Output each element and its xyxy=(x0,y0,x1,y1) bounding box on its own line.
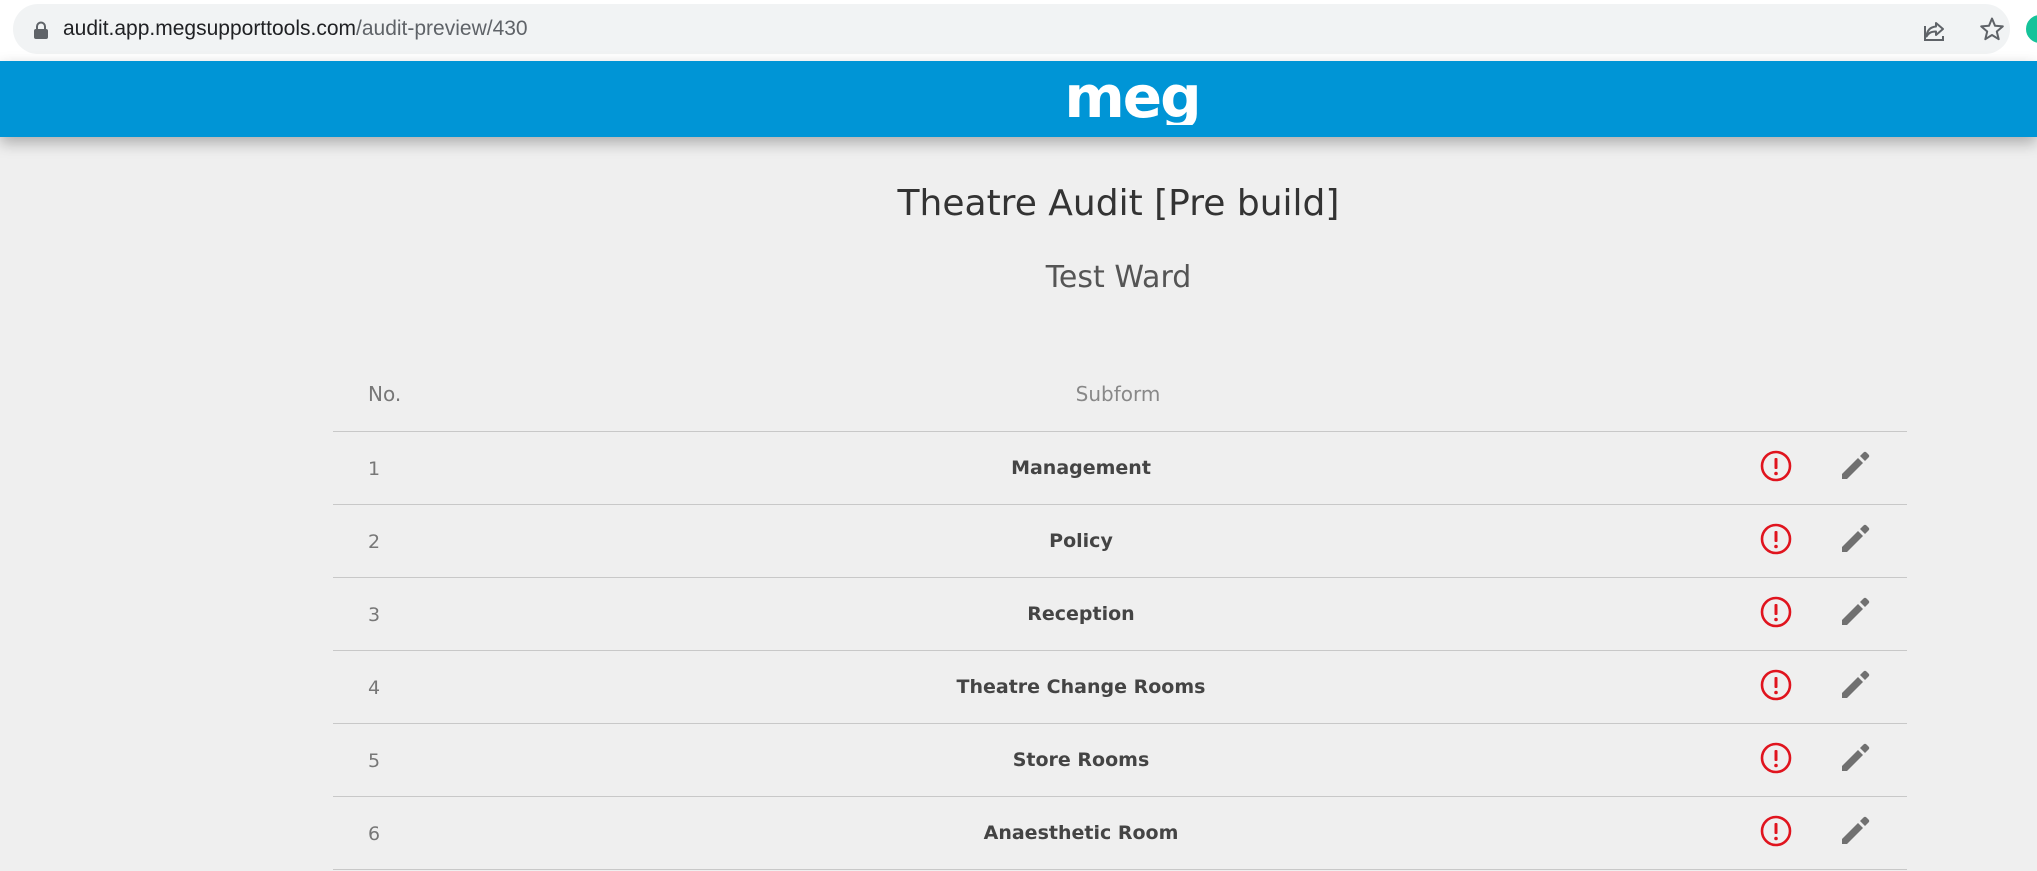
star-icon[interactable] xyxy=(1979,16,2005,42)
alert-circle-icon[interactable] xyxy=(1759,814,1793,848)
lock-icon[interactable] xyxy=(33,21,49,39)
url-text[interactable]: audit.app.megsupporttools.com/audit-prev… xyxy=(63,17,528,41)
page-title: Theatre Audit [Pre build] xyxy=(897,183,1340,224)
subform-name: Policy xyxy=(1049,530,1113,552)
alert-circle-icon[interactable] xyxy=(1759,595,1793,629)
table-row: 2 Policy xyxy=(333,505,1907,578)
pencil-edit-icon[interactable] xyxy=(1838,595,1872,629)
meg-logo[interactable]: meg xyxy=(1046,73,1218,125)
alert-circle-icon[interactable] xyxy=(1759,741,1793,775)
browser-toolbar: audit.app.megsupporttools.com/audit-prev… xyxy=(0,0,2037,61)
url-host: audit.app.megsupporttools.com xyxy=(63,17,357,40)
pencil-edit-icon[interactable] xyxy=(1838,814,1872,848)
address-bar[interactable]: audit.app.megsupporttools.com/audit-prev… xyxy=(13,4,2010,54)
url-path: /audit-preview/430 xyxy=(356,17,528,40)
table-row: 1 Management xyxy=(333,432,1907,505)
svg-text:meg: meg xyxy=(1064,73,1199,125)
pencil-edit-icon[interactable] xyxy=(1838,522,1872,556)
pencil-edit-icon[interactable] xyxy=(1838,449,1872,483)
table-row: 3 Reception xyxy=(333,578,1907,651)
app-header: meg xyxy=(0,61,2037,137)
subform-name: Management xyxy=(1011,457,1151,479)
alert-circle-icon[interactable] xyxy=(1759,522,1793,556)
subform-name: Anaesthetic Room xyxy=(983,822,1179,844)
grammarly-extension-icon[interactable] xyxy=(2024,13,2037,45)
share-icon[interactable] xyxy=(1922,17,1948,43)
table-row: 4 Theatre Change Rooms xyxy=(333,651,1907,724)
subform-name: Theatre Change Rooms xyxy=(956,676,1206,698)
page-subtitle: Test Ward xyxy=(1045,260,1192,295)
pencil-edit-icon[interactable] xyxy=(1838,741,1872,775)
subform-name: Store Rooms xyxy=(1012,749,1150,771)
subform-table: No. Subform 1 Management 2 Policy 3 Rece… xyxy=(333,360,1907,870)
table-row: 6 Anaesthetic Room xyxy=(333,797,1907,870)
alert-circle-icon[interactable] xyxy=(1759,668,1793,702)
column-header-subform: Subform xyxy=(1075,382,1161,406)
table-row: 5 Store Rooms xyxy=(333,724,1907,797)
pencil-edit-icon[interactable] xyxy=(1838,668,1872,702)
table-header: No. Subform xyxy=(333,360,1907,432)
subform-name: Reception xyxy=(1027,603,1135,625)
alert-circle-icon[interactable] xyxy=(1759,449,1793,483)
